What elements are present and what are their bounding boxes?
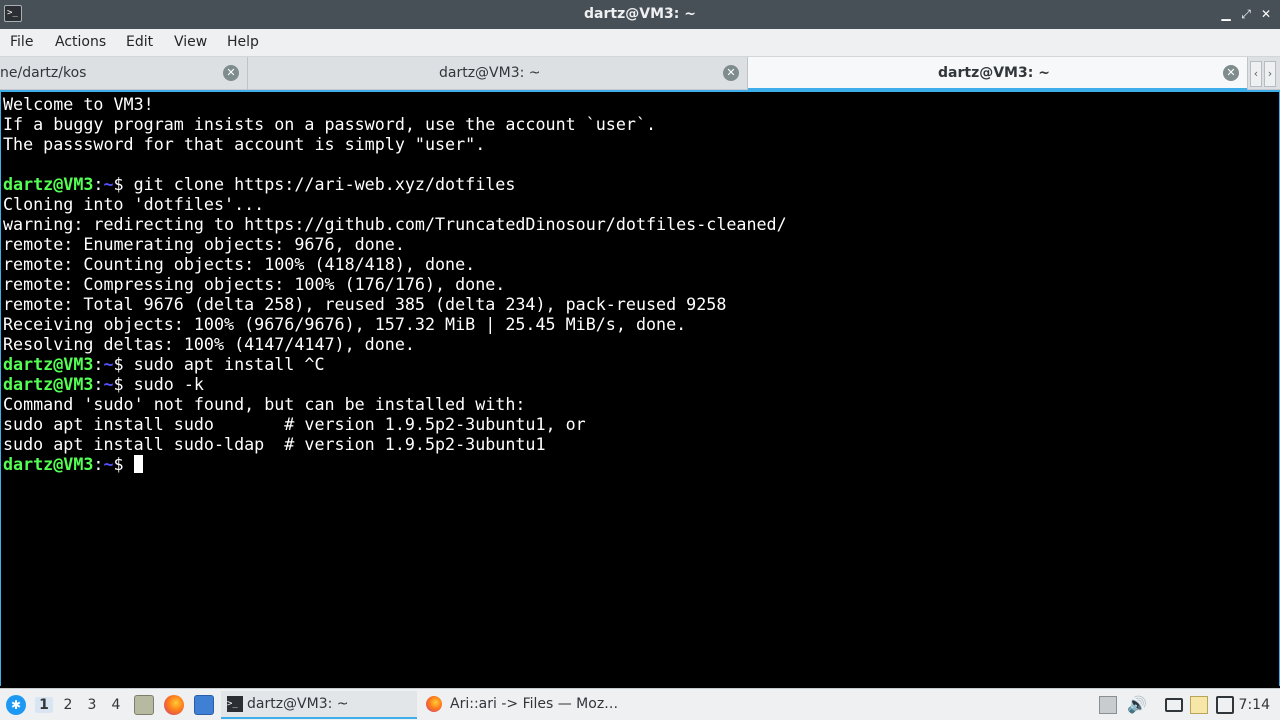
terminal-prompt-line: dartz@VM3:~$ bbox=[3, 454, 143, 474]
tab-label: ne/dartz/kos bbox=[0, 65, 87, 81]
minimize-button[interactable]: ▁ bbox=[1218, 6, 1234, 22]
window-title: dartz@VM3: ~ bbox=[584, 6, 696, 22]
terminal-output-line: remote: Compressing objects: 100% (176/1… bbox=[3, 274, 506, 294]
terminal-output-line: Receiving objects: 100% (9676/9676), 157… bbox=[3, 314, 687, 334]
updates-icon[interactable] bbox=[1099, 696, 1117, 714]
terminal-output-line: Welcome to VM3! bbox=[3, 94, 154, 114]
terminal-output-line: warning: redirecting to https://github.c… bbox=[3, 214, 787, 234]
clipboard-icon[interactable] bbox=[1190, 696, 1208, 714]
terminal-icon: >_ bbox=[227, 696, 243, 712]
prompt-path: ~ bbox=[103, 454, 114, 474]
prompt-user: dartz@VM3 bbox=[3, 454, 94, 474]
tab-2[interactable]: dartz@VM3: ~ ✕ bbox=[248, 57, 748, 90]
keyboard-icon[interactable] bbox=[1165, 698, 1183, 712]
prompt-symbol: $ bbox=[113, 374, 134, 394]
clock[interactable]: 7:14 bbox=[1239, 697, 1270, 713]
tab-scroll-right-icon[interactable]: › bbox=[1264, 61, 1276, 87]
menu-actions[interactable]: Actions bbox=[55, 34, 106, 50]
prompt-symbol: $ bbox=[113, 174, 134, 194]
screen-icon[interactable] bbox=[1216, 696, 1234, 714]
terminal-prompt-line: dartz@VM3:~$ sudo -k bbox=[3, 374, 204, 394]
task-terminal[interactable]: >_ dartz@VM3: ~ bbox=[221, 691, 417, 719]
terminal-output-line: The passsword for that account is simply… bbox=[3, 134, 486, 154]
file-manager-icon[interactable] bbox=[134, 695, 154, 715]
command-text: sudo apt install ^C bbox=[133, 354, 325, 374]
terminal-prompt-line: dartz@VM3:~$ git clone https://ari-web.x… bbox=[3, 174, 516, 194]
text-cursor bbox=[133, 455, 143, 473]
tab-3[interactable]: dartz@VM3: ~ ✕ bbox=[748, 57, 1248, 90]
terminal-output-line: sudo apt install sudo # version 1.9.5p2-… bbox=[3, 414, 586, 434]
prompt-user: dartz@VM3 bbox=[3, 354, 94, 374]
firefox-icon[interactable] bbox=[164, 695, 184, 715]
tab-bar: ne/dartz/kos ✕ dartz@VM3: ~ ✕ dartz@VM3:… bbox=[0, 57, 1280, 90]
firefox-icon bbox=[426, 696, 442, 712]
menu-bar: File Actions Edit View Help bbox=[0, 29, 1280, 57]
close-button[interactable]: ✕ bbox=[1258, 6, 1274, 22]
command-text: sudo -k bbox=[133, 374, 204, 394]
maximize-button[interactable]: ⤢ bbox=[1238, 6, 1254, 22]
terminal-output-line: remote: Total 9676 (delta 258), reused 3… bbox=[3, 294, 727, 314]
desktop-3[interactable]: 3 bbox=[83, 697, 101, 713]
task-label: Ari::ari -> Files — Moz… bbox=[450, 696, 619, 712]
terminal-output-line: remote: Counting objects: 100% (418/418)… bbox=[3, 254, 476, 274]
menu-view[interactable]: View bbox=[174, 34, 207, 50]
task-label: dartz@VM3: ~ bbox=[247, 696, 349, 712]
window-titlebar[interactable]: >_ dartz@VM3: ~ ▁ ⤢ ✕ bbox=[0, 0, 1280, 29]
task-firefox[interactable]: Ari::ari -> Files — Moz… bbox=[420, 691, 620, 719]
start-menu-icon[interactable]: ✱ bbox=[6, 695, 26, 715]
menu-help[interactable]: Help bbox=[227, 34, 259, 50]
tab-1[interactable]: ne/dartz/kos ✕ bbox=[0, 57, 248, 90]
prompt-symbol: $ bbox=[113, 454, 134, 474]
prompt-path: ~ bbox=[103, 174, 114, 194]
terminal-output-line: remote: Enumerating objects: 9676, done. bbox=[3, 234, 405, 254]
terminal-output-line: If a buggy program insists on a password… bbox=[3, 114, 657, 134]
tab-close-icon[interactable]: ✕ bbox=[1223, 65, 1239, 81]
prompt-path: ~ bbox=[103, 374, 114, 394]
menu-file[interactable]: File bbox=[10, 34, 33, 50]
tab-label: dartz@VM3: ~ bbox=[439, 65, 541, 81]
volume-icon[interactable]: 🔊 bbox=[1127, 696, 1147, 714]
terminal-output-line: Command 'sudo' not found, but can be ins… bbox=[3, 394, 526, 414]
menu-edit[interactable]: Edit bbox=[126, 34, 153, 50]
prompt-symbol: $ bbox=[113, 354, 134, 374]
tab-close-icon[interactable]: ✕ bbox=[723, 65, 739, 81]
desktop-icon[interactable] bbox=[194, 695, 214, 715]
terminal-output-line: Cloning into 'dotfiles'... bbox=[3, 194, 265, 214]
desktop-1[interactable]: 1 bbox=[35, 697, 53, 713]
terminal-output[interactable]: Welcome to VM3! If a buggy program insist… bbox=[0, 90, 1280, 686]
tab-close-icon[interactable]: ✕ bbox=[223, 65, 239, 81]
prompt-path: ~ bbox=[103, 354, 114, 374]
terminal-output-line: Resolving deltas: 100% (4147/4147), done… bbox=[3, 334, 415, 354]
desktop-2[interactable]: 2 bbox=[59, 697, 77, 713]
terminal-prompt-line: dartz@VM3:~$ sudo apt install ^C bbox=[3, 354, 325, 374]
taskbar: ✱ 1 2 3 4 >_ dartz@VM3: ~ Ari::ari -> Fi… bbox=[0, 688, 1280, 720]
tab-scroll-left-icon[interactable]: ‹ bbox=[1250, 61, 1262, 87]
prompt-user: dartz@VM3 bbox=[3, 374, 94, 394]
prompt-user: dartz@VM3 bbox=[3, 174, 94, 194]
command-text: git clone https://ari-web.xyz/dotfiles bbox=[133, 174, 516, 194]
desktop-4[interactable]: 4 bbox=[107, 697, 125, 713]
terminal-output-line: sudo apt install sudo-ldap # version 1.9… bbox=[3, 434, 546, 454]
tab-label: dartz@VM3: ~ bbox=[938, 65, 1050, 81]
